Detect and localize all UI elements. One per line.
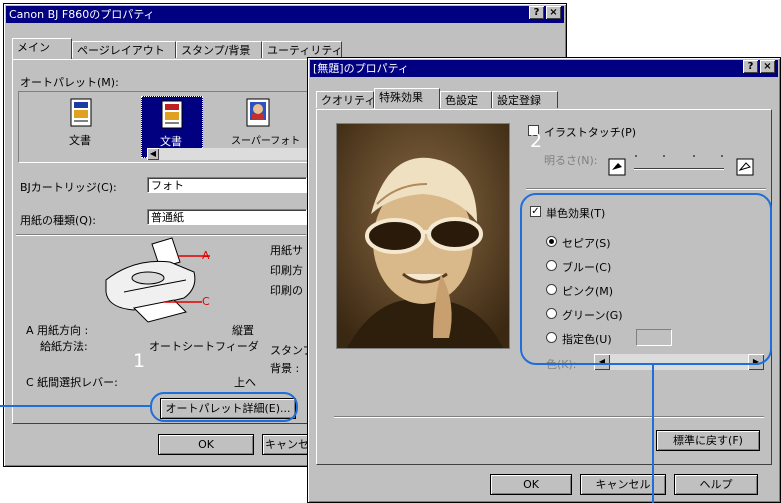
- help-button[interactable]: ヘルプ: [674, 474, 758, 495]
- tab-page-layout[interactable]: ページレイアウト: [72, 41, 176, 58]
- cartridge-field[interactable]: フォト: [147, 177, 307, 193]
- info-print-area: 印刷の: [270, 284, 303, 297]
- feed-method-label: 給紙方法:: [40, 340, 88, 353]
- tab-special-effects[interactable]: 特殊効果: [374, 88, 440, 109]
- document-icon: [70, 98, 92, 127]
- paper-direction-label: A 用紙方向 :: [26, 324, 89, 337]
- tab-stamp-background[interactable]: スタンプ/背景: [176, 41, 262, 58]
- paper-direction-value: 縦置: [232, 324, 254, 337]
- tab-quality[interactable]: クオリティ: [316, 91, 375, 108]
- callout-number-1: 1: [133, 350, 146, 372]
- slider-track[interactable]: [634, 168, 724, 170]
- cartridge-label: BJカートリッジ(C):: [20, 181, 117, 194]
- illust-touch-label: イラストタッチ(P): [544, 126, 636, 139]
- palette-item-superphoto[interactable]: スーパーフォト: [225, 98, 305, 154]
- marker-c: C: [202, 295, 210, 308]
- info-background: 背景 :: [270, 362, 300, 375]
- scroll-left-arrow-icon[interactable]: ◀: [147, 148, 159, 160]
- paper-type-label: 用紙の種類(Q):: [20, 214, 96, 227]
- window-title: [無題]のプロパティ: [313, 62, 409, 75]
- photo-icon: [246, 98, 270, 127]
- light-brush-icon: [736, 158, 754, 176]
- callout-ring-mono-effect: [520, 193, 772, 365]
- ok-button[interactable]: OK: [158, 434, 254, 455]
- callout-line-down: [652, 365, 654, 503]
- palette-scrollbar[interactable]: ◀: [147, 148, 309, 160]
- back-tab-row: メイン ページレイアウト スタンプ/背景 ユーティリティ: [12, 38, 552, 59]
- info-paper-size: 用紙サ: [270, 244, 303, 257]
- paper-type-field[interactable]: 普通紙: [147, 209, 307, 225]
- brightness-slider[interactable]: [608, 152, 758, 176]
- info-print-method: 印刷方: [270, 264, 303, 277]
- lever-label: C 紙間選択レバー:: [26, 376, 118, 389]
- brightness-label: 明るさ(N):: [544, 154, 598, 167]
- palette-item-label: 文書: [160, 135, 182, 148]
- divider: [334, 416, 764, 418]
- callout-line-left: [0, 405, 150, 407]
- callout-number-2: 2: [530, 130, 543, 152]
- tab-register-settings[interactable]: 設定登録: [492, 91, 558, 108]
- tab-main[interactable]: メイン: [12, 38, 72, 59]
- front-tab-row: クオリティ 特殊効果 色設定 設定登録: [316, 88, 772, 109]
- cancel-button[interactable]: キャンセ: [262, 434, 312, 455]
- sepia-preview-image: [336, 123, 510, 349]
- restore-defaults-button[interactable]: 標準に戻す(F): [656, 430, 760, 451]
- close-title-button[interactable]: ×: [546, 6, 561, 19]
- callout-ring-auto-palette: [150, 392, 298, 422]
- palette-item-label: 文書: [69, 134, 91, 147]
- dark-brush-icon: [608, 158, 626, 176]
- auto-palette-list[interactable]: 文書 文書 スーパーフォト ◀: [18, 91, 312, 163]
- document-icon: [161, 100, 183, 129]
- feed-method-value: オートシートフィーダ: [149, 340, 259, 353]
- ok-button[interactable]: OK: [490, 474, 572, 495]
- untitled-properties-titlebar: [無題]のプロパティ: [310, 60, 778, 77]
- help-title-button[interactable]: ?: [743, 60, 758, 73]
- divider: [526, 188, 766, 190]
- tab-color-settings[interactable]: 色設定: [440, 91, 492, 108]
- help-title-button[interactable]: ?: [529, 6, 544, 19]
- lever-value: 上へ: [234, 376, 256, 389]
- printer-properties-titlebar: Canon BJ F860のプロパティ: [6, 6, 564, 23]
- palette-item-label: スーパーフォト: [231, 136, 301, 147]
- auto-palette-label: オートパレット(M):: [20, 76, 119, 89]
- tab-utility[interactable]: ユーティリティ: [262, 41, 343, 58]
- palette-item-document[interactable]: 文書: [51, 98, 111, 154]
- close-title-button[interactable]: ×: [760, 60, 775, 73]
- print-info-box: 用紙サ 印刷方 印刷の スタンプ: [266, 238, 314, 358]
- marker-a: A: [202, 249, 210, 262]
- window-title: Canon BJ F860のプロパティ: [9, 8, 155, 21]
- slider-ticks: [635, 155, 723, 157]
